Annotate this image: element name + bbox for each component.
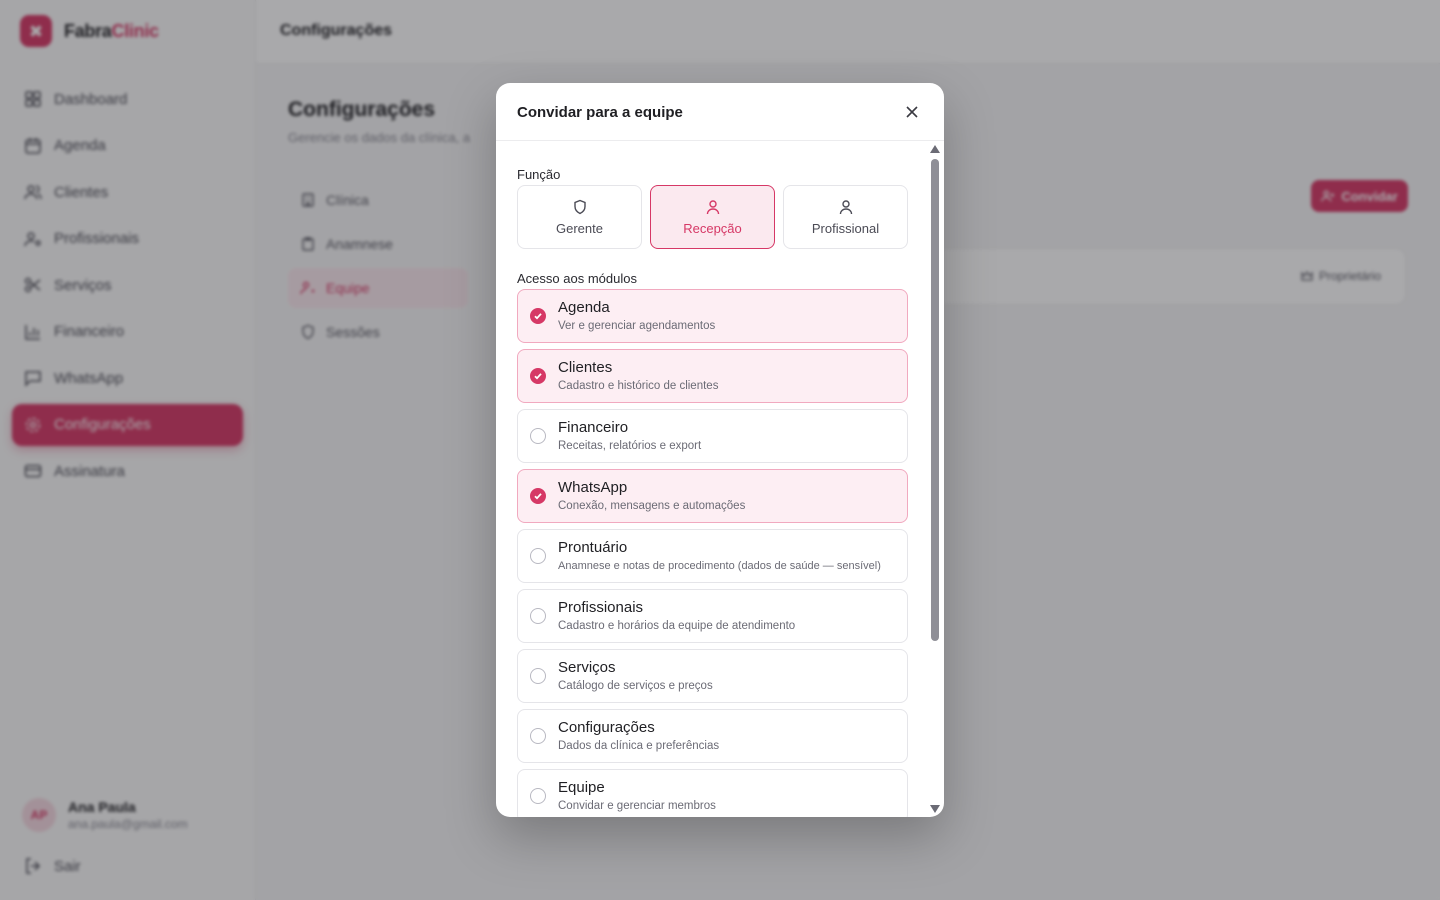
module-title: Financeiro [558,419,629,436]
checkbox-indicator [530,668,546,684]
module-checkbox-profissionais[interactable]: Profissionais Cadastro e horários da equ… [517,589,908,643]
module-title: Serviços [558,659,616,676]
user-icon [839,199,852,214]
role-option-profissional[interactable]: Profissional [783,185,908,249]
checkbox-indicator [530,308,546,324]
modal-body: Função Gerente Recepção Profissional Ace… [496,141,944,817]
checkbox-indicator [530,548,546,564]
modal-scrollbar[interactable] [930,141,940,817]
module-title: Equipe [558,779,605,796]
module-checkbox-agenda[interactable]: Agenda Ver e gerenciar agendamentos [517,289,908,343]
close-icon [906,106,918,118]
role-option-label: Gerente [556,220,603,236]
module-description: Receitas, relatórios e export [558,440,702,452]
close-button[interactable] [904,104,920,120]
module-description: Convidar e gerenciar membros [558,800,716,812]
checkbox-indicator [530,368,546,384]
checkbox-indicator [530,728,546,744]
scroll-down-arrow-icon[interactable] [930,805,940,813]
role-section-label: Função [517,167,561,182]
module-checkbox-equipe[interactable]: Equipe Convidar e gerenciar membros [517,769,908,817]
module-checkbox-financeiro[interactable]: Financeiro Receitas, relatórios e export [517,409,908,463]
checkbox-indicator [530,608,546,624]
checkbox-indicator [530,428,546,444]
module-description: Conexão, mensagens e automações [558,500,746,512]
module-title: Configurações [558,719,655,736]
checkbox-indicator [530,488,546,504]
modules-list: Agenda Ver e gerenciar agendamentos Clie… [517,289,908,817]
check-icon [534,313,542,320]
check-icon [534,373,542,380]
module-checkbox-whatsapp[interactable]: WhatsApp Conexão, mensagens e automações [517,469,908,523]
invite-modal: Convidar para a equipe Função Gerente Re… [496,83,944,817]
module-title: Prontuário [558,539,628,556]
module-description: Ver e gerenciar agendamentos [558,320,716,332]
checkbox-indicator [530,788,546,804]
module-checkbox-prontuario[interactable]: Prontuário Anamnese e notas de procedime… [517,529,908,583]
modal-header: Convidar para a equipe [496,83,944,141]
user-icon [706,199,719,214]
role-selector: Gerente Recepção Profissional [517,185,908,249]
module-checkbox-configuracoes[interactable]: Configurações Dados da clínica e preferê… [517,709,908,763]
scroll-up-arrow-icon[interactable] [930,145,940,153]
module-title: Profissionais [558,599,644,616]
module-description: Catálogo de serviços e preços [558,680,713,692]
role-option-recepcao[interactable]: Recepção [650,185,775,249]
module-description: Cadastro e horários da equipe de atendim… [558,620,796,632]
shield-icon [573,199,586,214]
role-option-gerente[interactable]: Gerente [517,185,642,249]
modal-title: Convidar para a equipe [517,104,683,121]
scroll-thumb[interactable] [931,159,939,641]
module-title: WhatsApp [558,479,628,496]
modules-section-label: Acesso aos módulos [517,271,637,286]
module-description: Cadastro e histórico de clientes [558,380,719,392]
module-description: Dados da clínica e preferências [558,740,720,752]
role-option-label: Recepção [683,220,742,236]
module-checkbox-clientes[interactable]: Clientes Cadastro e histórico de cliente… [517,349,908,403]
module-title: Clientes [558,359,613,376]
module-title: Agenda [558,299,610,316]
role-option-label: Profissional [811,220,880,236]
module-description: Anamnese e notas de procedimento (dados … [558,560,881,572]
module-checkbox-servicos[interactable]: Serviços Catálogo de serviços e preços [517,649,908,703]
check-icon [534,493,542,500]
